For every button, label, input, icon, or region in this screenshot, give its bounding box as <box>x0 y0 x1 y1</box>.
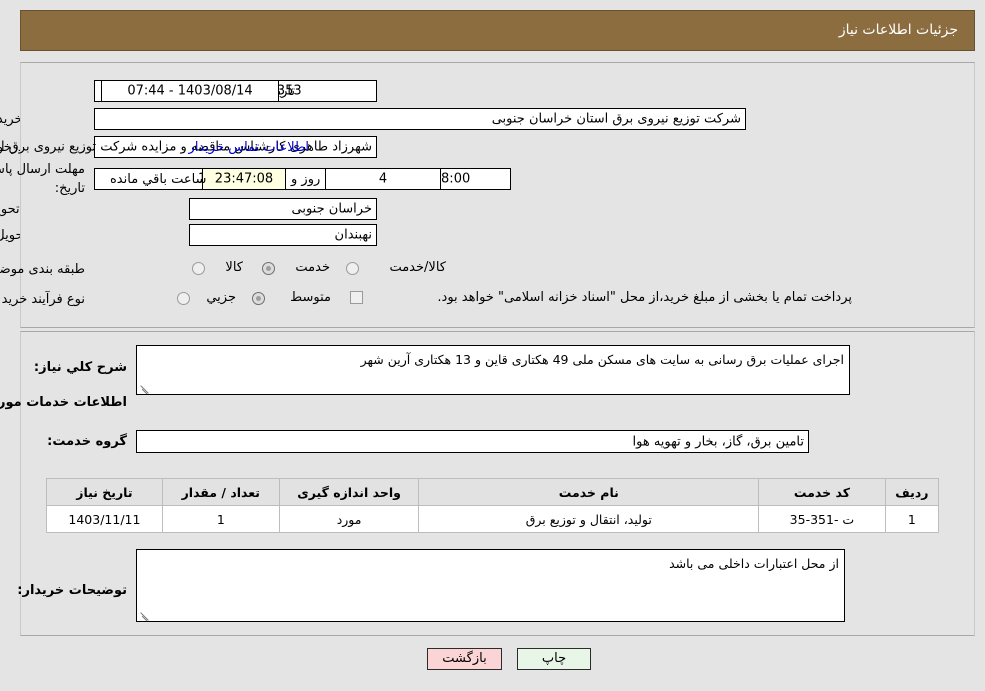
radio-category-kala-khedmat-label: کالا/خدمت <box>389 260 446 275</box>
th-unit: واحد اندازه گیری <box>278 478 420 506</box>
resize-grip-icon[interactable] <box>139 381 151 395</box>
cell-row-no: 1 <box>884 505 940 533</box>
general-desc-value: اجرای عملیات برق رسانی به سایت های مسکن … <box>360 352 844 367</box>
print-button[interactable]: چاپ <box>517 648 591 670</box>
back-button[interactable]: بازگشت <box>427 648 502 670</box>
page-header-bar: جزئیات اطلاعات نیاز <box>20 10 975 51</box>
table-header-row: ردیف کد خدمت نام خدمت واحد اندازه گیری ت… <box>46 478 940 506</box>
radio-category-kala-label: کالا <box>225 260 243 275</box>
th-need-date: تاریخ نیاز <box>46 478 163 506</box>
province-field[interactable]: خراسان جنوبی <box>189 198 377 220</box>
service-group-label: گروه خدمت: <box>47 434 127 449</box>
city-field[interactable]: نهبندان <box>189 224 377 246</box>
cell-service-name: تولید، انتقال و توزیع برق <box>418 505 760 533</box>
buyer-notes-value: از محل اعتبارات داخلی می باشد <box>669 556 839 571</box>
page-title: جزئیات اطلاعات نیاز <box>838 22 958 38</box>
announce-datetime-value: 1403/08/14 - 07:44 <box>127 83 253 99</box>
radio-purchase-jozei[interactable] <box>177 292 190 305</box>
buyer-contact-link[interactable]: اطلاعات تماس خریدار <box>189 140 309 155</box>
buyer-notes-textarea[interactable]: از محل اعتبارات داخلی می باشد <box>136 549 845 622</box>
days-value: 4 <box>378 171 388 187</box>
services-section-title: اطلاعات خدمات مورد نیاز <box>0 395 127 410</box>
days-field[interactable]: 4 <box>325 168 441 190</box>
deadline-label-line1: مهلت ارسال پاسخ: تا <box>0 162 85 177</box>
general-desc-textarea[interactable]: اجرای عملیات برق رسانی به سایت های مسکن … <box>136 345 850 395</box>
general-desc-label: شرح کلي نیاز: <box>33 360 127 375</box>
services-table: ردیف کد خدمت نام خدمت واحد اندازه گیری ت… <box>46 478 940 533</box>
announce-datetime-field[interactable]: 1403/08/14 - 07:44 <box>101 80 279 102</box>
countdown-timer-field: 23:47:08 <box>202 168 286 190</box>
th-row-no: ردیف <box>884 478 940 506</box>
cell-unit: مورد <box>278 505 420 533</box>
days-unit-label: روز و <box>291 172 321 187</box>
radio-purchase-motavaset-label: متوسط <box>290 290 331 305</box>
creator-value: شهرزاد طاهری کارشناس مناقصه و مزایده شرک… <box>0 139 372 155</box>
radio-purchase-jozei-label: جزیي <box>206 290 236 305</box>
purchase-type-label: نوع فرآیند خرید : <box>0 292 85 307</box>
th-service-name: نام خدمت <box>418 478 760 506</box>
province-value: خراسان جنوبی <box>291 201 372 217</box>
deadline-label-line2: تاریخ: <box>54 181 85 196</box>
radio-category-kala[interactable] <box>192 262 205 275</box>
countdown-value: 23:47:08 <box>214 171 274 187</box>
page-root: AriaTender.net جزئیات اطلاعات نیاز شماره… <box>0 0 985 691</box>
buyer-org-value: شرکت توزیع نیروی برق استان خراسان جنوبی <box>491 111 741 127</box>
radio-category-khedmat-label: خدمت <box>295 260 330 275</box>
cell-service-code: ت -351-35 <box>758 505 886 533</box>
buyer-notes-label: توضیحات خریدار: <box>17 583 127 598</box>
cell-quantity: 1 <box>161 505 280 533</box>
table-row: 1 ت -351-35 تولید، انتقال و توزیع برق مو… <box>46 505 940 533</box>
service-group-field[interactable]: تامین برق، گاز، بخار و تهویه هوا <box>136 430 809 453</box>
radio-purchase-motavaset[interactable] <box>252 292 265 305</box>
city-value: نهبندان <box>334 227 372 243</box>
th-service-code: کد خدمت <box>758 478 886 506</box>
cell-need-date: 1403/11/11 <box>46 505 163 533</box>
treasury-bonds-checkbox[interactable] <box>350 291 363 304</box>
th-quantity: تعداد / مقدار <box>161 478 280 506</box>
buyer-org-field[interactable]: شرکت توزیع نیروی برق استان خراسان جنوبی <box>94 108 746 130</box>
service-group-value: تامین برق، گاز، بخار و تهویه هوا <box>632 434 804 449</box>
radio-category-khedmat[interactable] <box>262 262 275 275</box>
countdown-suffix-label: ساعت باقي مانده <box>110 172 207 187</box>
category-label: طبقه بندی موضوعی: <box>0 262 85 277</box>
resize-grip-icon[interactable] <box>139 608 151 622</box>
treasury-bonds-label: پرداخت تمام یا بخشی از مبلغ خرید،از محل … <box>437 290 852 305</box>
radio-category-kala-khedmat[interactable] <box>346 262 359 275</box>
